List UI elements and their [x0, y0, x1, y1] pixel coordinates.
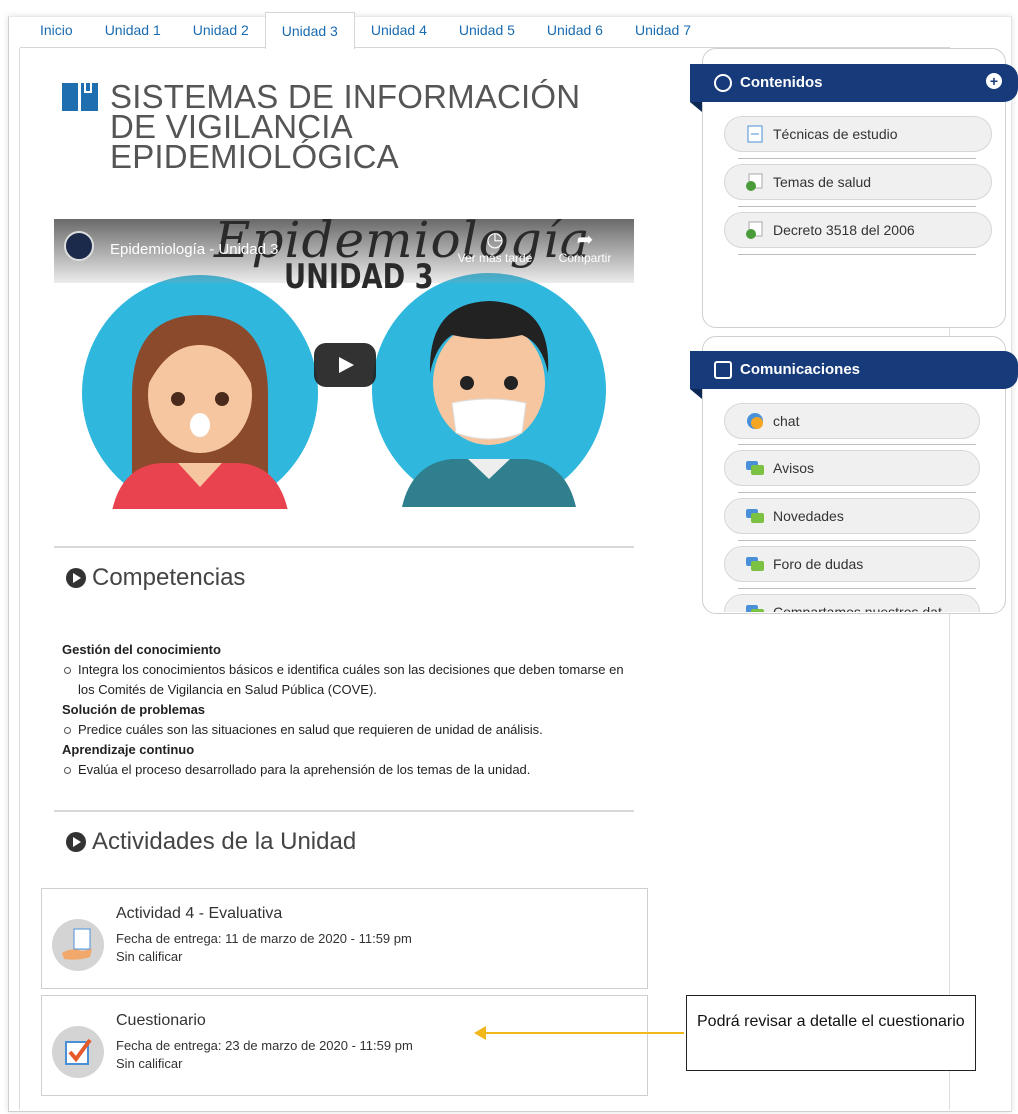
item-separator: [738, 444, 976, 445]
competencias-heading: Competencias: [66, 564, 245, 592]
callout-arrow: [474, 1026, 684, 1040]
comunicacion-item[interactable]: Novedades: [724, 498, 980, 534]
play-button[interactable]: [314, 343, 376, 387]
character-girl-illustration: [82, 275, 318, 509]
tab-unidad-4[interactable]: Unidad 4: [355, 12, 443, 48]
tab-unidad-1[interactable]: Unidad 1: [89, 12, 177, 48]
forum-icon: [746, 509, 764, 523]
item-separator: [738, 158, 976, 159]
comunicacion-item[interactable]: chat: [724, 403, 980, 439]
item-separator: [738, 206, 976, 207]
checkbox-icon: [52, 1026, 104, 1078]
activity-due-date: Fecha de entrega: 11 de marzo de 2020 - …: [116, 931, 412, 946]
actividades-heading: Actividades de la Unidad: [66, 828, 356, 856]
activity-status: Sin calificar: [116, 1056, 183, 1071]
competencia-heading: Solución de problemas: [62, 702, 206, 717]
document-hand-icon: [52, 919, 104, 971]
tab-unidad-2[interactable]: Unidad 2: [177, 12, 265, 48]
competencia-item: Predice cuáles son las situaciones en sa…: [62, 720, 632, 740]
tab-unidad-6[interactable]: Unidad 6: [531, 12, 619, 48]
competencia-item: Evalúa el proceso desarrollado para la a…: [62, 760, 632, 780]
item-separator: [738, 588, 976, 589]
forum-icon: [746, 557, 764, 571]
chat-bubble-icon: [747, 413, 763, 429]
item-separator: [738, 254, 976, 255]
web-page-icon: [746, 221, 763, 239]
section-divider: [54, 810, 634, 812]
activity-card[interactable]: Actividad 4 - Evaluativa Fecha de entreg…: [41, 888, 648, 989]
comunicaciones-list: chat Avisos Novedades Foro de dudas Comp…: [703, 400, 1005, 612]
character-boy-illustration: [372, 273, 606, 507]
channel-avatar[interactable]: [64, 231, 94, 261]
activity-card[interactable]: Cuestionario Fecha de entrega: 23 de mar…: [41, 995, 648, 1096]
globe-icon: [714, 74, 732, 92]
contenido-item[interactable]: Temas de salud: [724, 164, 992, 200]
tab-inicio[interactable]: Inicio: [24, 12, 89, 48]
competencia-item: Integra los conocimientos básicos e iden…: [62, 660, 632, 700]
tab-unidad-7[interactable]: Unidad 7: [619, 12, 707, 48]
competencia-heading: Gestión del conocimiento: [62, 642, 221, 657]
watch-later-button[interactable]: ◷ Ver más tarde: [450, 229, 540, 265]
circle-arrow-icon: [66, 568, 86, 588]
comunicacion-item[interactable]: Compartamos nuestros dat: [724, 594, 980, 612]
contenido-item[interactable]: Decreto 3518 del 2006: [724, 212, 992, 248]
share-button[interactable]: ➦ Compartir: [540, 229, 630, 265]
communication-icon: [714, 361, 732, 379]
video-title[interactable]: Epidemiología - Unidad 3: [110, 241, 278, 258]
activity-title[interactable]: Actividad 4 - Evaluativa: [116, 905, 282, 923]
comunicacion-item[interactable]: Avisos: [724, 450, 980, 486]
web-page-icon: [746, 173, 763, 191]
competencias-list: Gestión del conocimiento Integra los con…: [62, 640, 632, 780]
section-divider: [54, 546, 634, 548]
video-overlay-unit: UNIDAD 3: [284, 257, 434, 297]
clock-icon: ◷: [486, 229, 504, 251]
comunicaciones-header: Comunicaciones: [690, 351, 1018, 389]
tab-unidad-5[interactable]: Unidad 5: [443, 12, 531, 48]
comunicacion-item[interactable]: Foro de dudas: [724, 546, 980, 582]
callout-note: Podrá revisar a detalle el cuestionario: [686, 995, 976, 1071]
forum-icon: [746, 605, 764, 612]
activity-due-date: Fecha de entrega: 23 de marzo de 2020 - …: [116, 1038, 413, 1053]
contenido-item[interactable]: Técnicas de estudio: [724, 116, 992, 152]
tab-unidad-3[interactable]: Unidad 3: [264, 12, 355, 49]
document-icon: [747, 125, 763, 143]
item-separator: [738, 492, 976, 493]
item-separator: [738, 540, 976, 541]
contenidos-header: Contenidos +: [690, 64, 1018, 102]
page-title: SISTEMAS DE INFORMACIÓN DE VIGILANCIA EP…: [110, 78, 581, 175]
competencia-heading: Aprendizaje continuo: [62, 742, 195, 757]
expand-plus-icon[interactable]: +: [986, 73, 1002, 89]
forum-icon: [746, 461, 764, 475]
video-player[interactable]: Epidemiología UNIDAD 3 Epidemiología - U…: [54, 219, 634, 509]
activity-title[interactable]: Cuestionario: [116, 1012, 206, 1030]
circle-arrow-icon: [66, 832, 86, 852]
share-arrow-icon: ➦: [576, 229, 594, 251]
unit-tabs: Inicio Unidad 1 Unidad 2 Unidad 3 Unidad…: [24, 12, 707, 49]
activity-status: Sin calificar: [116, 949, 183, 964]
book-icon: [62, 83, 98, 111]
